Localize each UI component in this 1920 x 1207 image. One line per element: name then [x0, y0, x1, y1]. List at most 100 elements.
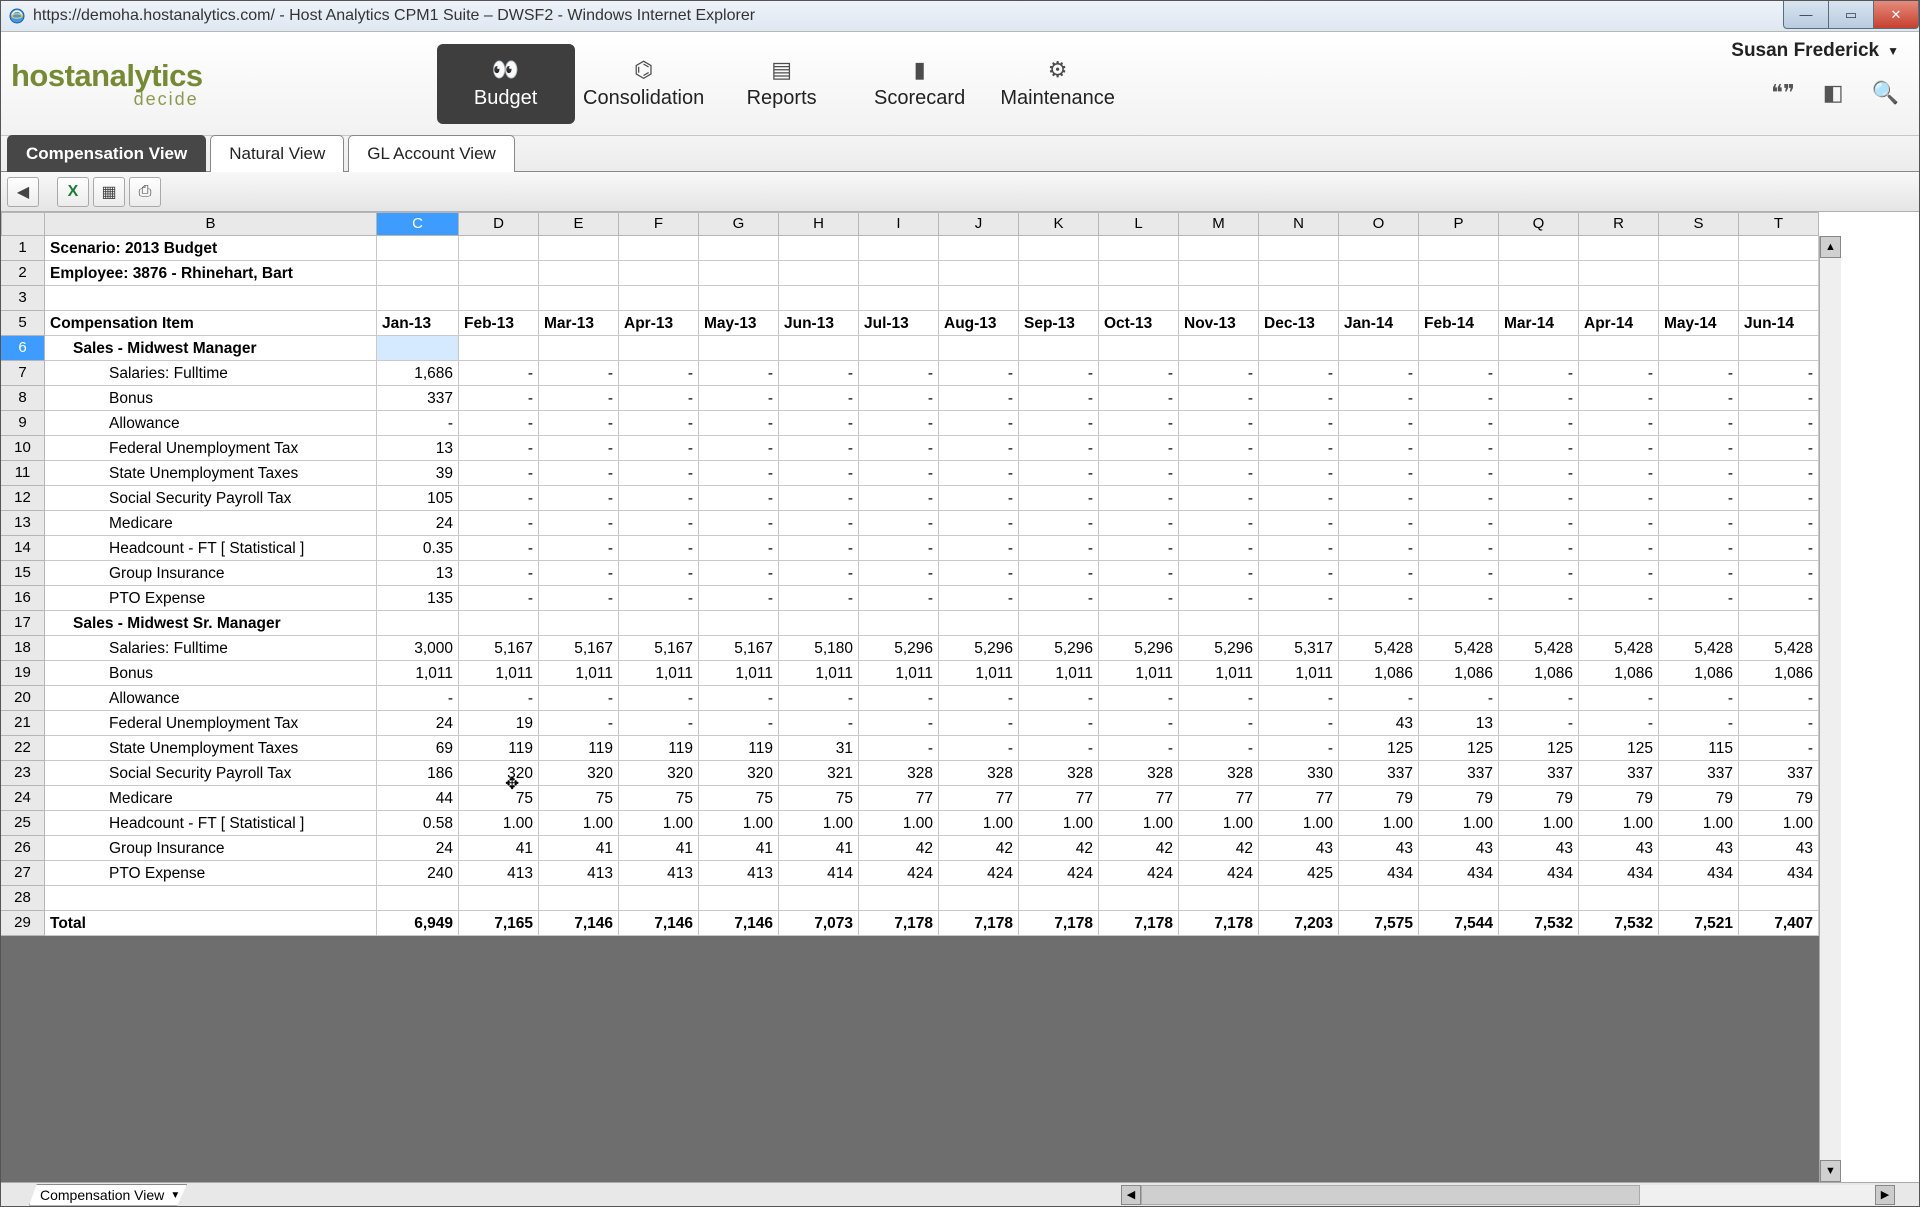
cell[interactable]: 1.00 — [1659, 811, 1739, 836]
cell[interactable]: - — [1579, 686, 1659, 711]
cell[interactable]: - — [1739, 386, 1819, 411]
cell[interactable]: - — [1499, 711, 1579, 736]
cell[interactable] — [1259, 886, 1339, 911]
cell-label[interactable]: Social Security Payroll Tax — [45, 486, 377, 511]
cell[interactable]: 125 — [1419, 736, 1499, 761]
cell[interactable]: - — [1099, 536, 1179, 561]
cell[interactable] — [1659, 611, 1739, 636]
cell[interactable]: 413 — [619, 861, 699, 886]
row-header[interactable]: 23 — [1, 761, 45, 786]
cell[interactable]: - — [779, 686, 859, 711]
cell[interactable]: - — [1579, 561, 1659, 586]
cell[interactable] — [939, 886, 1019, 911]
cell[interactable] — [1259, 236, 1339, 261]
cell[interactable] — [1099, 261, 1179, 286]
cell[interactable]: - — [1339, 686, 1419, 711]
cell[interactable] — [859, 886, 939, 911]
cell[interactable]: - — [1259, 411, 1339, 436]
cell[interactable]: - — [1099, 386, 1179, 411]
row-header[interactable]: 26 — [1, 836, 45, 861]
cell[interactable]: 135 — [377, 586, 459, 611]
cell[interactable]: - — [699, 461, 779, 486]
cell[interactable]: - — [459, 686, 539, 711]
cell[interactable]: 424 — [859, 861, 939, 886]
cell[interactable]: - — [1579, 536, 1659, 561]
cell[interactable]: - — [1499, 561, 1579, 586]
cell[interactable]: Dec-13 — [1259, 311, 1339, 336]
cell[interactable]: 43 — [1499, 836, 1579, 861]
cell[interactable]: 0.35 — [377, 536, 459, 561]
cell[interactable]: - — [1419, 486, 1499, 511]
cell[interactable] — [459, 886, 539, 911]
cell[interactable]: - — [1659, 686, 1739, 711]
cell[interactable]: 186 — [377, 761, 459, 786]
cell[interactable]: 119 — [459, 736, 539, 761]
cell-label[interactable]: Allowance — [45, 411, 377, 436]
cell-label[interactable]: PTO Expense — [45, 586, 377, 611]
cell[interactable] — [699, 611, 779, 636]
cell[interactable]: - — [699, 511, 779, 536]
subtab-gl-account-view[interactable]: GL Account View — [348, 135, 515, 172]
cell[interactable]: - — [859, 686, 939, 711]
row-header[interactable]: 16 — [1, 586, 45, 611]
cell[interactable]: Jun-13 — [779, 311, 859, 336]
cell[interactable]: 1.00 — [459, 811, 539, 836]
search-icon[interactable]: 🔍 — [1872, 80, 1899, 106]
cell-label[interactable] — [45, 886, 377, 911]
cell[interactable]: - — [779, 586, 859, 611]
cell[interactable]: - — [1259, 386, 1339, 411]
cell[interactable]: 7,073 — [779, 911, 859, 936]
cell[interactable]: 1,011 — [619, 661, 699, 686]
cell[interactable]: 413 — [699, 861, 779, 886]
cell[interactable] — [699, 336, 779, 361]
cell[interactable]: - — [1739, 511, 1819, 536]
cell[interactable]: - — [939, 511, 1019, 536]
row-header[interactable]: 12 — [1, 486, 45, 511]
cell[interactable] — [539, 286, 619, 311]
cell[interactable]: 42 — [1179, 836, 1259, 861]
cell[interactable] — [699, 886, 779, 911]
cell[interactable] — [1099, 886, 1179, 911]
cell[interactable]: - — [1739, 486, 1819, 511]
cell[interactable]: 5,296 — [859, 636, 939, 661]
nav-scorecard[interactable]: ▮Scorecard — [851, 44, 989, 124]
cell[interactable]: 75 — [459, 786, 539, 811]
cell[interactable]: - — [1739, 536, 1819, 561]
cell[interactable]: 7,178 — [1179, 911, 1259, 936]
cell[interactable]: Apr-13 — [619, 311, 699, 336]
cell[interactable]: - — [1499, 386, 1579, 411]
cell[interactable]: - — [1259, 561, 1339, 586]
cell[interactable]: 1.00 — [939, 811, 1019, 836]
cell[interactable]: - — [1499, 411, 1579, 436]
cell[interactable]: 79 — [1579, 786, 1659, 811]
cell[interactable]: - — [1739, 361, 1819, 386]
cell[interactable]: 5,428 — [1499, 636, 1579, 661]
cell[interactable]: - — [459, 461, 539, 486]
cell[interactable]: 1.00 — [1099, 811, 1179, 836]
cell[interactable]: 7,407 — [1739, 911, 1819, 936]
cell[interactable]: 320 — [699, 761, 779, 786]
cell[interactable] — [1019, 286, 1099, 311]
row-header[interactable]: 20 — [1, 686, 45, 711]
cell[interactable]: 75 — [699, 786, 779, 811]
nav-reports[interactable]: ▤Reports — [713, 44, 851, 124]
cell[interactable]: - — [1179, 386, 1259, 411]
cell[interactable]: May-14 — [1659, 311, 1739, 336]
cell[interactable]: - — [1419, 411, 1499, 436]
cell[interactable]: - — [1579, 586, 1659, 611]
cell[interactable]: - — [1339, 436, 1419, 461]
cell[interactable]: - — [1419, 536, 1499, 561]
row-header[interactable]: 5 — [1, 311, 45, 336]
cell[interactable]: - — [1339, 536, 1419, 561]
cell[interactable]: 42 — [1099, 836, 1179, 861]
cell[interactable]: - — [779, 536, 859, 561]
cell[interactable]: - — [619, 561, 699, 586]
cell[interactable]: - — [1019, 511, 1099, 536]
cell[interactable]: - — [459, 536, 539, 561]
column-header-C[interactable]: C — [377, 213, 459, 236]
cell[interactable] — [859, 261, 939, 286]
cell[interactable] — [539, 611, 619, 636]
cell[interactable]: 337 — [377, 386, 459, 411]
cell[interactable] — [1179, 236, 1259, 261]
cell[interactable]: - — [1659, 561, 1739, 586]
